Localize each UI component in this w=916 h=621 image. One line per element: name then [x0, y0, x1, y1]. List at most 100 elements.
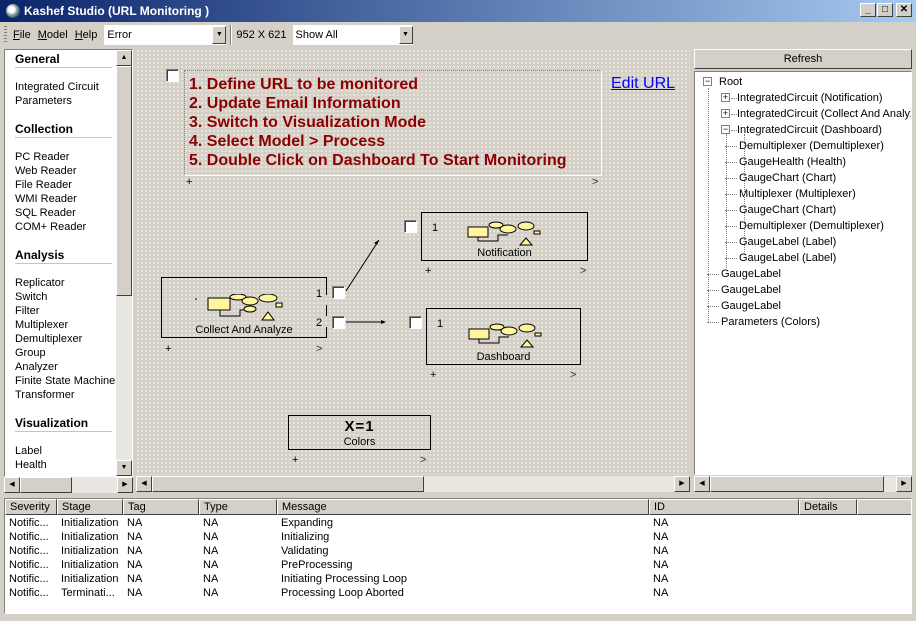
severity-filter-select[interactable]: Error ▼ — [104, 25, 227, 45]
node-expand-plus[interactable]: + — [425, 265, 431, 277]
toolbox-item[interactable]: Demultiplexer — [15, 332, 116, 346]
toolbox-section-title[interactable]: Analysis — [15, 246, 112, 264]
scroll-down-icon[interactable]: ▼ — [116, 460, 132, 476]
tree-node[interactable]: Demultiplexer (Demultiplexer) — [739, 138, 884, 154]
chevron-down-icon[interactable]: ▼ — [212, 26, 227, 44]
toolbox-item[interactable]: Group — [15, 346, 116, 360]
toolbox-item[interactable]: Web Reader — [15, 164, 116, 178]
node-more-arrow[interactable]: > — [580, 265, 586, 277]
toolbox-item[interactable]: Multiplexer — [15, 318, 116, 332]
chevron-down-icon[interactable]: ▼ — [398, 26, 413, 44]
toolbox-item[interactable]: WMI Reader — [15, 192, 116, 206]
toolbox-item[interactable]: Parameters — [15, 94, 116, 108]
scroll-left-icon[interactable]: ◀ — [4, 477, 20, 493]
menu-help[interactable]: Help — [75, 29, 98, 41]
collapse-icon[interactable]: − — [721, 125, 730, 134]
node-expand-plus[interactable]: + — [165, 343, 171, 355]
tree-node[interactable]: GaugeLabel (Label) — [739, 250, 836, 266]
tree-horizontal-scrollbar[interactable]: ◀ ▶ — [694, 476, 912, 492]
scroll-thumb[interactable] — [710, 476, 884, 492]
tree-node[interactable]: GaugeLabel — [721, 266, 781, 282]
expand-icon[interactable]: + — [721, 109, 730, 118]
column-header[interactable]: Severity — [5, 499, 57, 515]
tree-node[interactable]: GaugeChart (Chart) — [739, 170, 836, 186]
node-more-arrow[interactable]: > — [570, 369, 576, 381]
scroll-thumb[interactable] — [20, 477, 72, 493]
maximize-button[interactable]: □ — [877, 3, 893, 17]
canvas-horizontal-scrollbar[interactable]: ◀ ▶ — [136, 476, 690, 492]
node-collect-and-analyze[interactable]: Collect And Analyze — [161, 277, 326, 338]
node-dashboard[interactable]: 1 Dashboard — [426, 308, 581, 365]
toolbox-item[interactable]: Switch — [15, 290, 116, 304]
node-more-arrow[interactable]: > — [420, 454, 426, 466]
menu-file[interactable]: File — [13, 29, 31, 41]
tree-node[interactable]: IntegratedCircuit (Collect And Analyze) — [737, 106, 911, 122]
toolbox-item[interactable]: Health — [15, 458, 116, 472]
menu-model[interactable]: Model — [38, 29, 68, 41]
toolbox-item[interactable]: Analyzer — [15, 360, 116, 374]
expand-icon[interactable]: + — [721, 93, 730, 102]
toolbox-item[interactable]: PC Reader — [15, 150, 116, 164]
tree-node[interactable]: Multiplexer (Multiplexer) — [739, 186, 856, 202]
toolbox-section-title[interactable]: Collection — [15, 120, 112, 138]
column-header[interactable]: Message — [277, 499, 649, 515]
toolbox-horizontal-scrollbar[interactable]: ◀ ▶ — [4, 477, 133, 493]
toolbox-item[interactable]: Filter — [15, 304, 116, 318]
node-notification[interactable]: 1 Notification — [421, 212, 588, 261]
toolbox-vertical-scrollbar[interactable]: ▲ ▼ — [116, 50, 132, 476]
toolbox-item[interactable]: COM+ Reader — [15, 220, 116, 234]
tree-node[interactable]: Root — [719, 74, 742, 90]
output-port-2[interactable] — [332, 316, 345, 329]
scroll-right-icon[interactable]: ▶ — [117, 477, 133, 493]
tree-node[interactable]: Demultiplexer (Demultiplexer) — [739, 218, 884, 234]
log-row[interactable]: Notific... Initialization NA NA Expanding NA — [5, 516, 857, 530]
view-filter-select[interactable]: Show All ▼ — [292, 25, 413, 45]
collapse-icon[interactable]: − — [703, 77, 712, 86]
column-header[interactable]: Details — [799, 499, 857, 515]
connector-to-notification[interactable] — [345, 239, 380, 292]
scroll-right-icon[interactable]: ▶ — [674, 476, 690, 492]
dashboard-input-port[interactable] — [409, 316, 422, 329]
toolbox-item[interactable]: Finite State Machine — [15, 374, 116, 388]
scroll-left-icon[interactable]: ◀ — [694, 476, 710, 492]
scroll-left-icon[interactable]: ◀ — [136, 476, 152, 492]
tree-node[interactable]: GaugeLabel — [721, 282, 781, 298]
column-header[interactable]: Tag — [123, 499, 199, 515]
toolbox-section-title[interactable]: Visualization — [15, 414, 112, 432]
refresh-button[interactable]: Refresh — [694, 49, 912, 69]
close-button[interactable]: ✕ — [896, 3, 912, 17]
toolbar-grip[interactable] — [4, 26, 7, 44]
tree-node[interactable]: GaugeLabel — [721, 298, 781, 314]
tree-node[interactable]: Parameters (Colors) — [721, 314, 820, 330]
scroll-thumb[interactable] — [116, 66, 132, 296]
minimize-button[interactable]: _ — [860, 3, 876, 17]
toolbox-item[interactable]: Transformer — [15, 388, 116, 402]
node-more-arrow[interactable]: > — [316, 343, 322, 355]
model-tree[interactable]: − Root + IntegratedCircuit (Notification) + I… — [694, 71, 912, 475]
toolbox-item[interactable]: Replicator — [15, 276, 116, 290]
column-header[interactable]: Stage — [57, 499, 123, 515]
column-header[interactable]: ID — [649, 499, 799, 515]
tree-node[interactable]: GaugeLabel (Label) — [739, 234, 836, 250]
node-expand-plus[interactable]: + — [430, 369, 436, 381]
tree-node[interactable]: IntegratedCircuit (Notification) — [737, 90, 883, 106]
tree-node[interactable]: GaugeChart (Chart) — [739, 202, 836, 218]
scroll-right-icon[interactable]: ▶ — [896, 476, 912, 492]
toolbox-item[interactable]: Label — [15, 444, 116, 458]
toolbox-item[interactable]: Integrated Circuit — [15, 80, 116, 94]
toolbox-item[interactable]: SQL Reader — [15, 206, 116, 220]
model-canvas[interactable]: 1. Define URL to be monitored 2. Update E… — [136, 49, 806, 475]
log-row[interactable]: Notific... Initialization NA NA Initializing… — [5, 530, 857, 544]
toolbox-item[interactable]: File Reader — [15, 178, 116, 192]
node-expand-plus[interactable]: + — [292, 454, 298, 466]
notification-input-port[interactable] — [404, 220, 417, 233]
node-colors[interactable]: X=1 Colors — [288, 415, 431, 450]
column-header[interactable]: Type — [199, 499, 277, 515]
toolbox-section-title[interactable]: General — [15, 50, 112, 68]
tree-node[interactable]: GaugeHealth (Health) — [739, 154, 846, 170]
scroll-up-icon[interactable]: ▲ — [116, 50, 132, 66]
log-row[interactable]: Notific... Terminati... NA NA Processing Loo… — [5, 586, 857, 600]
tree-node[interactable]: IntegratedCircuit (Dashboard) — [737, 122, 882, 138]
output-port-1[interactable] — [332, 286, 345, 299]
scroll-thumb[interactable] — [152, 476, 424, 492]
